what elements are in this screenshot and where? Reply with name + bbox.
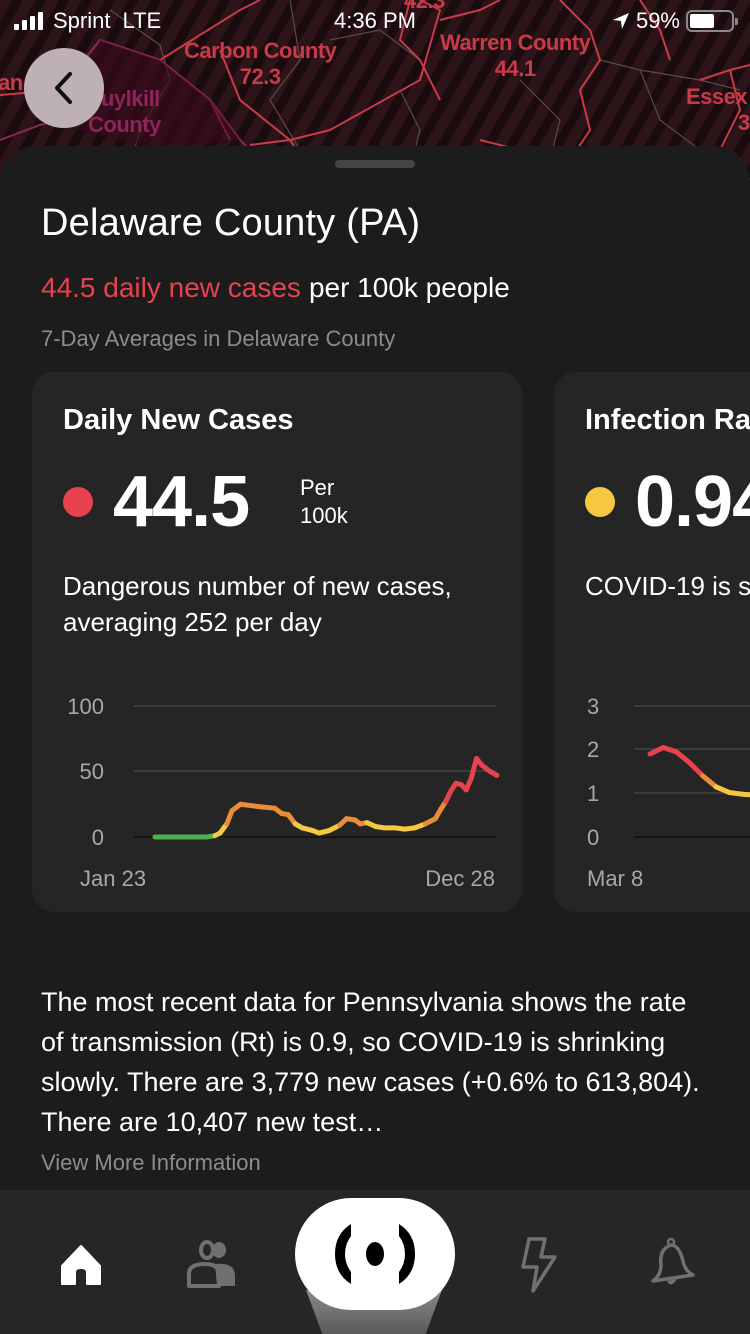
series-daily-cases [152, 755, 500, 840]
battery-icon [686, 10, 738, 32]
y-tick-label: 2 [587, 737, 599, 762]
tab-people[interactable] [176, 1230, 246, 1300]
battery-fill [690, 14, 714, 28]
page-title: Delaware County (PA) [41, 202, 421, 244]
y-tick-label: 0 [92, 825, 104, 850]
bell-icon [651, 1237, 695, 1285]
y-tick-label: 0 [587, 825, 599, 850]
county-value: 72.3 [239, 64, 281, 89]
map-label-left: an [0, 70, 23, 95]
county-value: 44.1 [494, 56, 536, 81]
tab-bar [0, 1190, 750, 1334]
details-sheet: Delaware County (PA) 44.5 daily new case… [0, 146, 750, 1196]
series-infection-rate [647, 744, 750, 798]
daily-cases-chart: 100 50 0 Jan 23 Dec 28 [67, 694, 500, 891]
x-tick-label-start: Mar 8 [587, 866, 643, 891]
metric-card-daily-new-cases[interactable]: Daily New Cases 44.5 Per 100k Dangerous … [32, 372, 522, 912]
county-name: Carbon County [184, 38, 337, 63]
location-arrow-icon [612, 13, 629, 29]
y-tick-label: 3 [587, 694, 599, 719]
metric-card-infection-rate[interactable]: Infection Rate 0.94 COVID-19 is shrinkin… [554, 372, 750, 912]
lightning-icon [521, 1237, 557, 1293]
county-name-line2: County [88, 112, 161, 137]
y-tick-label: 50 [80, 759, 104, 784]
status-right: 59% [612, 8, 738, 34]
battery-percent: 59% [635, 8, 680, 33]
line-segment [700, 773, 719, 790]
line-segment [687, 760, 706, 779]
county-value: 3 [738, 110, 750, 135]
headline-highlight: 44.5 daily new cases [41, 272, 301, 303]
headline-rest: per 100k people [308, 272, 510, 303]
map-label-essex: Essex 3 [686, 84, 750, 136]
tab-activity[interactable] [503, 1230, 573, 1300]
infection-rate-chart: 3 2 1 0 Mar 8 [587, 694, 750, 891]
tab-alerts[interactable] [638, 1230, 708, 1300]
broadcast-icon [335, 1224, 415, 1284]
y-tick-label: 100 [67, 694, 104, 719]
sheet-grabber[interactable] [335, 160, 415, 168]
y-tick-label: 1 [587, 781, 599, 806]
x-tick-label-start: Jan 23 [80, 866, 146, 891]
section-caption: 7-Day Averages in Delaware County [41, 326, 396, 351]
county-name: Essex [686, 84, 748, 109]
map-label-carbon-county: Carbon County 72.3 [184, 38, 337, 90]
back-button[interactable] [24, 48, 104, 128]
home-icon [61, 1245, 101, 1285]
x-tick-label-end: Dec 28 [425, 866, 495, 891]
line-segment [673, 749, 693, 766]
tab-home[interactable] [46, 1230, 116, 1300]
line-segment [487, 769, 500, 778]
people-icon [187, 1240, 235, 1288]
chevron-left-icon [55, 72, 72, 104]
summary-text: The most recent data for Pennsylvania sh… [41, 987, 700, 1137]
headline: 44.5 daily new cases per 100k people [41, 272, 510, 304]
line-segment [739, 791, 750, 798]
view-more-link[interactable]: View More Information [41, 1150, 261, 1176]
tab-broadcast[interactable] [295, 1198, 455, 1310]
status-bar: Sprint LTE 4:36 PM 59% [0, 0, 750, 40]
